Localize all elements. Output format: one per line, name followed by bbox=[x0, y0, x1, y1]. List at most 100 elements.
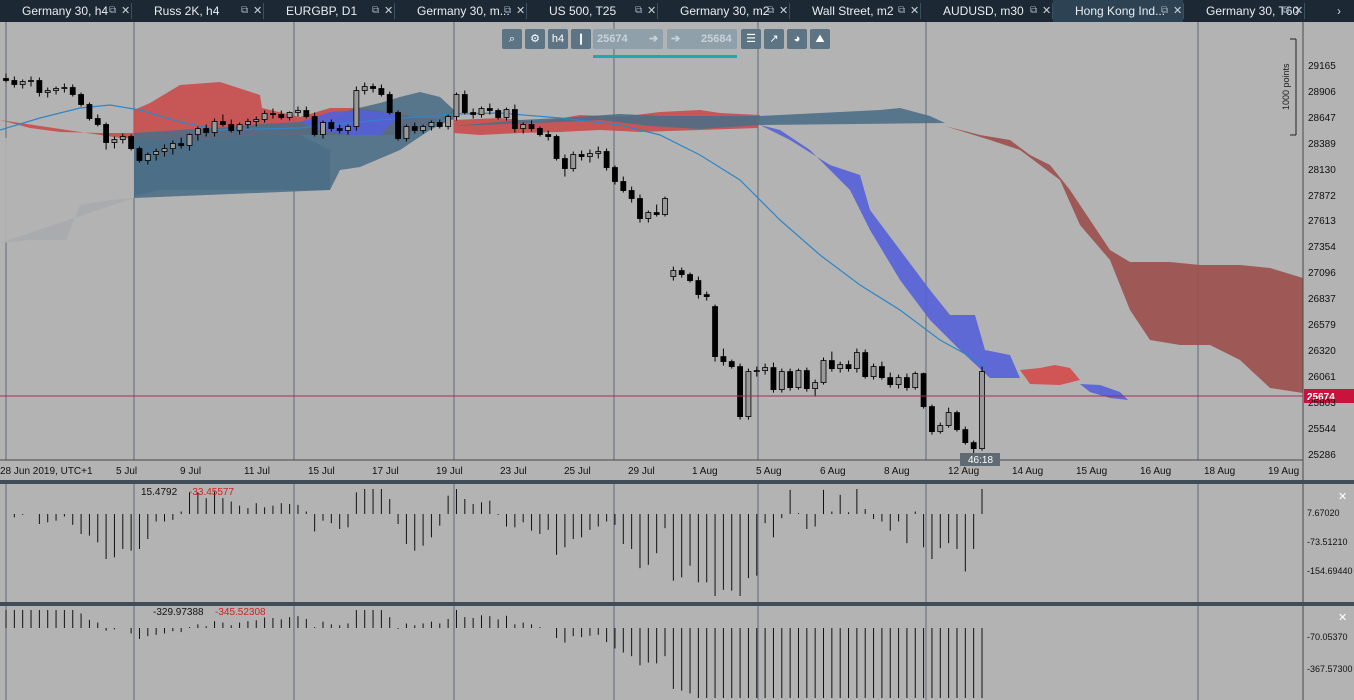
popout-icon[interactable]: ⧉ bbox=[767, 0, 774, 22]
price-tick-label: 26320 bbox=[1308, 345, 1336, 357]
tab-7[interactable]: Wall Street, m2 ⧉ ✕ bbox=[790, 0, 920, 22]
date-tick-label: 5 Jul bbox=[116, 466, 138, 477]
price-tick-label: 26579 bbox=[1308, 320, 1336, 331]
price-tick-label: 28647 bbox=[1308, 112, 1336, 124]
price-to-value: 25684 bbox=[701, 33, 732, 45]
chart-settings-icon[interactable]: ⚙ bbox=[525, 29, 545, 49]
popout-icon[interactable]: ⧉ bbox=[635, 0, 642, 22]
close-icon[interactable]: ✕ bbox=[121, 0, 130, 22]
list-icon[interactable]: ☰ bbox=[741, 29, 761, 49]
candle bbox=[979, 366, 985, 451]
date-tick-label: 9 Jul bbox=[180, 466, 202, 477]
candle bbox=[136, 146, 143, 163]
close-icon[interactable]: ✕ bbox=[253, 0, 262, 22]
tab-label: EURGBP, D1 bbox=[286, 4, 358, 18]
close-icon[interactable]: ✕ bbox=[1042, 0, 1051, 22]
popout-icon[interactable]: ⧉ bbox=[372, 0, 379, 22]
date-tick-label: 5 Aug bbox=[756, 466, 782, 477]
tab-2[interactable]: Russ 2K, h4 ⧉ ✕ bbox=[132, 0, 263, 22]
timeframe-label: h4 bbox=[551, 33, 565, 45]
candle bbox=[962, 426, 969, 445]
candle bbox=[745, 368, 752, 420]
popout-icon[interactable]: ⧉ bbox=[1282, 0, 1289, 22]
tab-label: US 500, T25 bbox=[549, 4, 617, 18]
price-tick-label: 28130 bbox=[1308, 164, 1336, 176]
date-tick-label: 6 Aug bbox=[820, 466, 846, 477]
candle bbox=[662, 196, 668, 217]
date-tick-label: 15 Jul bbox=[308, 466, 335, 477]
date-tick-label: 19 Jul bbox=[436, 466, 463, 477]
tab-label: Wall Street, m2 bbox=[812, 4, 894, 18]
objects-icon[interactable]: ◕ bbox=[787, 29, 807, 49]
date-tick-label: 19 Aug bbox=[1268, 466, 1300, 477]
candle bbox=[86, 102, 93, 121]
trade-icon[interactable]: ⛰ bbox=[810, 29, 830, 49]
candle bbox=[128, 134, 135, 151]
close-icon[interactable]: ✕ bbox=[779, 0, 788, 22]
tab-9[interactable]: Hong Kong Ind... ⧉ ✕ bbox=[1053, 0, 1183, 22]
popout-icon[interactable]: ⧉ bbox=[504, 0, 511, 22]
tab-4[interactable]: Germany 30, m... ⧉ ✕ bbox=[395, 0, 526, 22]
candle bbox=[395, 110, 401, 141]
close-icon[interactable]: ✕ bbox=[1338, 611, 1347, 624]
price-to-field[interactable]: ➔ 25684 bbox=[667, 29, 737, 49]
osc2-value-2: -345.52308 bbox=[215, 607, 266, 618]
date-tick-label: 16 Aug bbox=[1140, 466, 1172, 477]
close-icon[interactable]: ✕ bbox=[910, 0, 919, 22]
osc1-tick-2: -73.51210 bbox=[1307, 537, 1348, 547]
price-from-field[interactable]: 25674 ➔ bbox=[593, 29, 663, 49]
tab-scroll-right-button[interactable]: › bbox=[1324, 0, 1354, 22]
tab-10[interactable]: Germany 30, T60 ⧉ ✕ bbox=[1184, 0, 1304, 22]
candle bbox=[778, 368, 785, 393]
popout-icon[interactable]: ⧉ bbox=[241, 0, 248, 22]
tab-5[interactable]: US 500, T25 ⧉ ✕ bbox=[527, 0, 657, 22]
candles-icon[interactable]: ❙ bbox=[571, 29, 591, 49]
zoom-icon[interactable]: ⌕ bbox=[502, 29, 522, 49]
osc1-tick-1: 7.67020 bbox=[1307, 508, 1340, 518]
candle bbox=[570, 151, 577, 172]
candle bbox=[603, 148, 610, 171]
date-tick-label: 11 Jul bbox=[244, 466, 270, 477]
close-icon[interactable]: ✕ bbox=[1294, 0, 1303, 22]
price-tick-label: 25544 bbox=[1308, 423, 1336, 435]
candle bbox=[820, 357, 827, 385]
timeframe-icon[interactable]: h4 bbox=[548, 29, 568, 49]
date-tick-label: 12 Aug bbox=[948, 466, 980, 477]
tab-label: AUDUSD, m30 bbox=[943, 4, 1024, 18]
date-tick-label: 25 Jul bbox=[564, 466, 591, 477]
close-icon[interactable]: ✕ bbox=[647, 0, 656, 22]
price-tick-label: 29165 bbox=[1308, 61, 1336, 72]
tab-6[interactable]: Germany 30, m2 ⧉ ✕ bbox=[658, 0, 789, 22]
price-tick-label: 28389 bbox=[1308, 138, 1336, 150]
main-chart-area[interactable]: 25674 46:18 1000 points bbox=[0, 22, 1354, 480]
scale-label: 1000 points bbox=[1281, 63, 1291, 110]
candle bbox=[929, 404, 935, 435]
oscillator-panel-2[interactable]: -329.97388 -345.52308 -70.05370 -367.573… bbox=[0, 606, 1354, 700]
indicators-icon[interactable]: ↗ bbox=[764, 29, 784, 49]
close-icon[interactable]: ✕ bbox=[1338, 490, 1347, 503]
price-from-value: 25674 bbox=[597, 33, 628, 45]
popout-icon[interactable]: ⧉ bbox=[109, 0, 116, 22]
close-icon[interactable]: ✕ bbox=[516, 0, 525, 22]
candle bbox=[637, 194, 643, 223]
chevron-right-icon: › bbox=[1337, 4, 1341, 18]
price-tick-label: 26061 bbox=[1308, 371, 1336, 383]
popout-icon[interactable]: ⧉ bbox=[1161, 0, 1168, 22]
price-tick-label: 26837 bbox=[1308, 294, 1336, 306]
osc2-value-1: -329.97388 bbox=[153, 607, 204, 618]
price-tick-label: 27613 bbox=[1308, 216, 1336, 228]
candle bbox=[495, 108, 502, 120]
candle bbox=[386, 91, 393, 115]
price-tick-label: 27872 bbox=[1308, 190, 1336, 202]
close-icon[interactable]: ✕ bbox=[384, 0, 393, 22]
popout-icon[interactable]: ⧉ bbox=[898, 0, 905, 22]
arrow-right-icon: ➔ bbox=[671, 33, 681, 45]
oscillator-panel-1[interactable]: 15.4792 -33.45577 7.67020 -73.51210 -154… bbox=[0, 484, 1354, 602]
tab-3[interactable]: EURGBP, D1 ⧉ ✕ bbox=[264, 0, 394, 22]
close-icon[interactable]: ✕ bbox=[1173, 0, 1182, 22]
popout-icon[interactable]: ⧉ bbox=[1030, 0, 1037, 22]
tab-8[interactable]: AUDUSD, m30 ⧉ ✕ bbox=[921, 0, 1052, 22]
osc1-value-2: -33.45577 bbox=[189, 487, 234, 498]
candle bbox=[912, 371, 919, 390]
tab-1[interactable]: Germany 30, h4 ⧉ ✕ bbox=[0, 0, 131, 22]
